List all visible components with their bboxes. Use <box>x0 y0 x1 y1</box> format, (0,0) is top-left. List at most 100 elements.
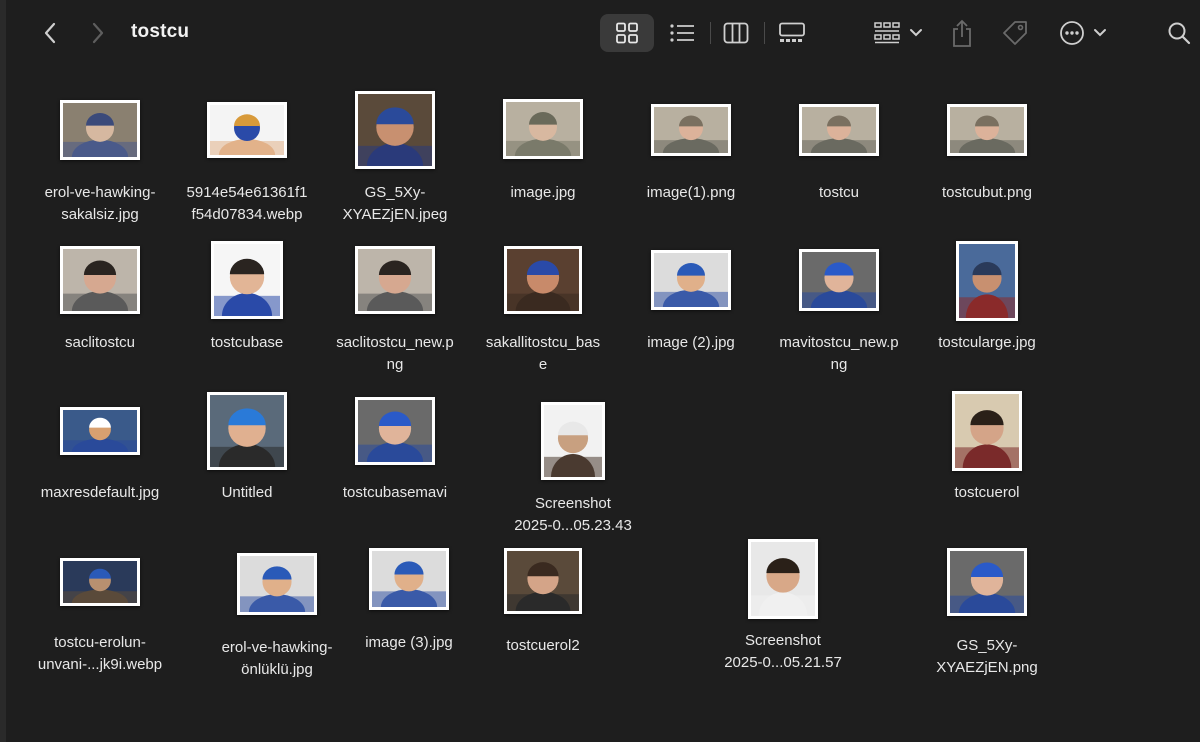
more-actions-button[interactable] <box>1058 18 1108 48</box>
photo-thumbnail-image <box>955 394 1019 468</box>
file-thumbnail[interactable] <box>952 391 1022 471</box>
file-thumbnail[interactable] <box>651 104 731 156</box>
file-thumbnail[interactable] <box>956 241 1018 321</box>
file-name-label[interactable]: image.jpg <box>468 182 618 204</box>
file-name-label[interactable]: Screenshot 2025-0...05.23.43 <box>498 493 648 537</box>
tag-icon <box>1003 21 1027 45</box>
group-by-button[interactable] <box>870 18 926 48</box>
photo-thumbnail-image <box>544 405 602 477</box>
photo-thumbnail-image <box>959 244 1015 318</box>
file-name-label[interactable]: saclitostcu_new.p ng <box>320 332 470 376</box>
file-thumbnail[interactable] <box>207 392 287 470</box>
group-icon <box>874 22 900 44</box>
file-name-label[interactable]: image (2).jpg <box>616 332 766 354</box>
gallery-icon <box>779 22 805 42</box>
photo-thumbnail-image <box>507 249 579 311</box>
file-name-label[interactable]: tostcularge.jpg <box>912 332 1062 354</box>
toolbar: tostcu <box>6 0 1200 66</box>
toolbar-divider <box>710 22 711 44</box>
file-name-label[interactable]: saclitostcu <box>25 332 175 354</box>
icon-view-button[interactable] <box>600 14 654 52</box>
file-name-label[interactable]: 5914e54e61361f1 f54d07834.webp <box>172 182 322 226</box>
photo-thumbnail-image <box>210 395 284 467</box>
file-name-label[interactable]: GS_5Xy- XYAEZjEN.jpeg <box>320 182 470 226</box>
file-name-label[interactable]: GS_5Xy- XYAEZjEN.png <box>912 635 1062 679</box>
file-name-label[interactable]: tostcuerol <box>912 482 1062 504</box>
file-name-label[interactable]: tostcu-erolun- unvani-...jk9i.webp <box>25 632 175 676</box>
file-name-label[interactable]: image (3).jpg <box>334 632 484 654</box>
file-thumbnail[interactable] <box>355 91 435 169</box>
file-thumbnail[interactable] <box>355 246 435 314</box>
photo-thumbnail-image <box>950 107 1024 153</box>
file-thumbnail[interactable] <box>651 250 731 310</box>
file-thumbnail[interactable] <box>947 104 1027 156</box>
photo-thumbnail-image <box>507 551 579 611</box>
list-icon <box>670 24 694 42</box>
search-button[interactable] <box>1164 18 1194 48</box>
photo-thumbnail-image <box>950 551 1024 613</box>
photo-thumbnail-image <box>802 252 876 308</box>
file-thumbnail[interactable] <box>541 402 605 480</box>
share-icon <box>953 19 971 47</box>
file-thumbnail[interactable] <box>748 539 818 619</box>
photo-thumbnail-image <box>214 244 280 316</box>
chevron-down-icon <box>910 29 922 37</box>
finder-window: tostcu erol-ve-hawking- sakalsiz.jpg 591… <box>0 0 1200 742</box>
share-button[interactable] <box>946 16 978 50</box>
file-thumbnail[interactable] <box>799 104 879 156</box>
file-name-label[interactable]: erol-ve-hawking- önlüklü.jpg <box>202 637 352 681</box>
photo-thumbnail-image <box>63 561 137 603</box>
view-switcher <box>600 14 822 52</box>
photo-thumbnail-image <box>63 103 137 157</box>
photo-thumbnail-image <box>358 400 432 462</box>
file-thumbnail[interactable] <box>799 249 879 311</box>
file-thumbnail[interactable] <box>60 407 140 455</box>
file-thumbnail[interactable] <box>60 100 140 160</box>
file-name-label[interactable]: image(1).png <box>616 182 766 204</box>
gallery-view-button[interactable] <box>770 18 814 48</box>
file-thumbnail[interactable] <box>504 548 582 614</box>
file-name-label[interactable]: tostcu <box>764 182 914 204</box>
photo-thumbnail-image <box>63 249 137 311</box>
file-thumbnail[interactable] <box>237 553 317 615</box>
file-name-label[interactable]: tostcubase <box>172 332 322 354</box>
file-name-label[interactable]: Screenshot 2025-0...05.21.57 <box>708 630 858 674</box>
photo-thumbnail-image <box>372 551 446 607</box>
file-thumbnail[interactable] <box>60 246 140 314</box>
file-thumbnail[interactable] <box>504 246 582 314</box>
back-button[interactable] <box>36 18 64 48</box>
file-name-label[interactable]: tostcuerol2 <box>468 635 618 657</box>
file-grid: erol-ve-hawking- sakalsiz.jpg 5914e54e61… <box>6 66 1200 742</box>
file-thumbnail[interactable] <box>207 102 287 158</box>
file-name-label[interactable]: mavitostcu_new.p ng <box>764 332 914 376</box>
forward-button[interactable] <box>84 18 112 48</box>
chevron-down-icon <box>1094 29 1106 37</box>
file-name-label[interactable]: tostcubut.png <box>912 182 1062 204</box>
file-name-label[interactable]: erol-ve-hawking- sakalsiz.jpg <box>25 182 175 226</box>
list-view-button[interactable] <box>660 18 704 48</box>
file-thumbnail[interactable] <box>355 397 435 465</box>
file-thumbnail[interactable] <box>947 548 1027 616</box>
photo-thumbnail-image <box>63 410 137 452</box>
columns-icon <box>723 22 749 44</box>
chevron-left-icon <box>44 22 56 44</box>
photo-thumbnail-image <box>802 107 876 153</box>
file-thumbnail[interactable] <box>211 241 283 319</box>
grid-icon <box>616 22 638 44</box>
column-view-button[interactable] <box>714 18 758 48</box>
tag-button[interactable] <box>999 17 1031 49</box>
file-thumbnail[interactable] <box>60 558 140 606</box>
file-name-label[interactable]: maxresdefault.jpg <box>25 482 175 504</box>
photo-thumbnail-image <box>210 105 284 155</box>
toolbar-divider <box>764 22 765 44</box>
file-name-label[interactable]: tostcubasemavi <box>320 482 470 504</box>
ellipsis-circle-icon <box>1060 21 1084 45</box>
file-thumbnail[interactable] <box>503 99 583 159</box>
photo-thumbnail-image <box>240 556 314 612</box>
photo-thumbnail-image <box>751 542 815 616</box>
photo-thumbnail-image <box>506 102 580 156</box>
file-name-label[interactable]: Untitled <box>172 482 322 504</box>
chevron-right-icon <box>92 22 104 44</box>
file-name-label[interactable]: sakallitostcu_bas e <box>468 332 618 376</box>
file-thumbnail[interactable] <box>369 548 449 610</box>
